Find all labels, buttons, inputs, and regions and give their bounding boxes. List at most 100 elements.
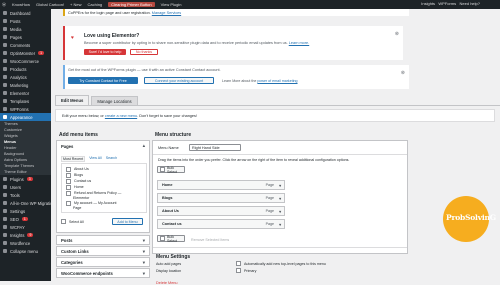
site-name-link[interactable]: KnowHow (12, 2, 30, 7)
display-primary-option[interactable]: Primary (236, 268, 256, 273)
add-menu-items-heading: Add menu items (59, 132, 98, 138)
sidebar-item[interactable]: Wordfence (0, 239, 51, 247)
sidebar-item[interactable]: Collapse menu (0, 247, 51, 255)
chevron-down-icon[interactable]: ▾ (279, 183, 281, 188)
accordion-categories[interactable]: Categories ▾ (56, 257, 150, 267)
sidebar-item[interactable]: Elementor (0, 89, 51, 97)
sidebar-item[interactable]: Products (0, 65, 51, 73)
menu-item-contact-us[interactable]: Contact us Page ▾ (157, 219, 285, 229)
help-link[interactable]: Need help? (460, 1, 480, 6)
adminbar-item[interactable]: Caching (87, 2, 102, 7)
menu-item-home[interactable]: Home Page ▾ (157, 180, 285, 190)
sidebar-item[interactable]: Marketing (0, 81, 51, 89)
page-checkbox[interactable] (66, 184, 71, 190)
accordion-woocommerce-endpoints[interactable]: WooCommerce endpoints ▾ (56, 268, 150, 278)
accordion-custom-links[interactable]: Custom Links ▾ (56, 246, 150, 256)
pages-panel-header[interactable]: Pages ▴ (57, 141, 149, 151)
create-new-menu-link[interactable]: create a new menu (105, 114, 137, 118)
chevron-down-icon[interactable]: ▾ (279, 222, 281, 227)
menu-item-about-us[interactable]: About Us Page ▾ (157, 206, 285, 216)
learn-more-link[interactable]: Learn more. (289, 41, 309, 45)
sidebar-item[interactable]: Users (0, 183, 51, 191)
sidebar-item[interactable]: Dashboard (0, 9, 51, 17)
new-content-link[interactable]: + New (70, 2, 81, 7)
page-checkbox[interactable] (66, 190, 71, 196)
elementor-notice-desc: Become a super contributor by opting in … (84, 41, 310, 45)
select-all[interactable]: Select All (61, 219, 84, 224)
select-all-checkbox[interactable] (61, 219, 66, 224)
menu-icon (3, 209, 7, 213)
auto-add-label: Auto add pages (156, 262, 182, 266)
sidebar-item[interactable]: WPForms (0, 105, 51, 113)
page-checkbox[interactable] (66, 172, 71, 178)
wp-logo-icon[interactable]: Ⓦ (2, 2, 6, 8)
sidebar-item[interactable]: WCPAY (0, 223, 51, 231)
sidebar-item[interactable]: Appearance (0, 113, 51, 121)
accordion-posts[interactable]: Posts ▾ (56, 235, 150, 245)
page-checkbox[interactable] (66, 166, 71, 172)
page-checkbox[interactable] (66, 178, 71, 184)
tab-view-all[interactable]: View All (89, 156, 102, 162)
remove-selected-link[interactable]: Remove Selected Items (191, 238, 229, 242)
no-thanks-button[interactable]: No thanks (130, 49, 158, 55)
manage-services-link[interactable]: Manage Services (152, 11, 181, 15)
adminbar-item[interactable]: View Plugin (161, 2, 182, 7)
seo-badge[interactable]: Clearing Primer Button (108, 2, 155, 7)
sidebar-item[interactable]: Media (0, 25, 51, 33)
tab-edit-menus[interactable]: Edit Menus (55, 95, 90, 105)
sidebar-item[interactable]: Tools (0, 191, 51, 199)
try-constant-contact-button[interactable]: Try Constant Contact for Free (68, 77, 138, 84)
sidebar-item[interactable]: Insights 9 (0, 231, 51, 239)
bulk-select-top[interactable]: Bulk Select (157, 166, 185, 174)
menu-settings-heading: Menu Settings (156, 254, 191, 260)
connect-account-button[interactable]: Connect your existing account (144, 77, 214, 84)
tabs-divider (55, 105, 500, 106)
menu-icon (3, 75, 7, 79)
sidebar-item[interactable]: Templates (0, 97, 51, 105)
bulk-select-checkbox[interactable] (160, 236, 165, 241)
menu-item-blogs[interactable]: Blogs Page ▾ (157, 193, 285, 203)
updates-link[interactable]: Global Cartoon! (36, 2, 64, 7)
sidebar-item[interactable]: All-in-One WP Migration (0, 199, 51, 207)
sidebar-item[interactable]: WooCommerce (0, 57, 51, 65)
tab-search[interactable]: Search (106, 156, 117, 162)
sidebar-item[interactable]: Comments (0, 41, 51, 49)
sidebar-item[interactable]: Pages (0, 33, 51, 41)
tab-manage-locations[interactable]: Manage Locations (91, 96, 138, 105)
chevron-up-icon[interactable]: ▴ (143, 143, 145, 149)
page-label: Elementor (73, 196, 90, 200)
dismiss-icon[interactable]: ⊗ (401, 70, 405, 76)
insights-link[interactable]: Insights (421, 1, 435, 6)
menu-structure-panel: Menu Name Right Hand Side Drag the items… (152, 140, 408, 254)
chevron-down-icon[interactable]: ▾ (279, 196, 281, 201)
delete-menu-link[interactable]: Delete Menu (156, 281, 178, 285)
bulk-select-checkbox[interactable] (160, 167, 165, 172)
sidebar-item[interactable]: OptinMonster 1 (0, 49, 51, 57)
dismiss-icon[interactable]: ⊗ (395, 31, 399, 37)
primary-checkbox[interactable] (236, 268, 241, 273)
sidebar-item[interactable]: Settings (0, 207, 51, 215)
bulk-select-bottom[interactable]: Bulk Select (157, 235, 185, 243)
admin-bar: Ⓦ KnowHow Global Cartoon! + New Caching … (0, 0, 500, 9)
sidebar-item-label: Collapse menu (10, 248, 38, 254)
sidebar-item-label: WCPAY (10, 224, 25, 230)
menu-name-input[interactable]: Right Hand Side (189, 144, 241, 151)
tab-most-recent[interactable]: Most Recent (61, 156, 86, 162)
auto-add-checkbox[interactable] (236, 261, 241, 266)
pages-panel: Pages ▴ Most Recent View All Search Abou… (56, 140, 150, 233)
sidebar-item[interactable]: Posts (0, 17, 51, 25)
wpforms-link[interactable]: WPForms (438, 1, 456, 6)
sidebar-item[interactable]: Plugins 3 (0, 175, 51, 183)
add-to-menu-button[interactable]: Add to Menu (112, 218, 143, 225)
page-checkbox[interactable] (66, 200, 71, 206)
email-marketing-link[interactable]: power of email marketing (257, 79, 297, 83)
chevron-down-icon[interactable]: ▾ (279, 209, 281, 214)
watermark-text: ProbSolvinG (446, 213, 496, 222)
sidebar-item[interactable]: Analytics (0, 73, 51, 81)
opt-in-button[interactable]: Sure! I'd love to help (84, 49, 126, 55)
auto-add-option[interactable]: Automatically add new top-level pages to… (236, 261, 326, 266)
watermark-logo: ProbSolvinG (443, 196, 496, 242)
sidebar-item-label: Marketing (10, 82, 29, 88)
sidebar-item[interactable]: SEO 1 (0, 215, 51, 223)
page-checklist-item[interactable]: Page (62, 206, 146, 210)
